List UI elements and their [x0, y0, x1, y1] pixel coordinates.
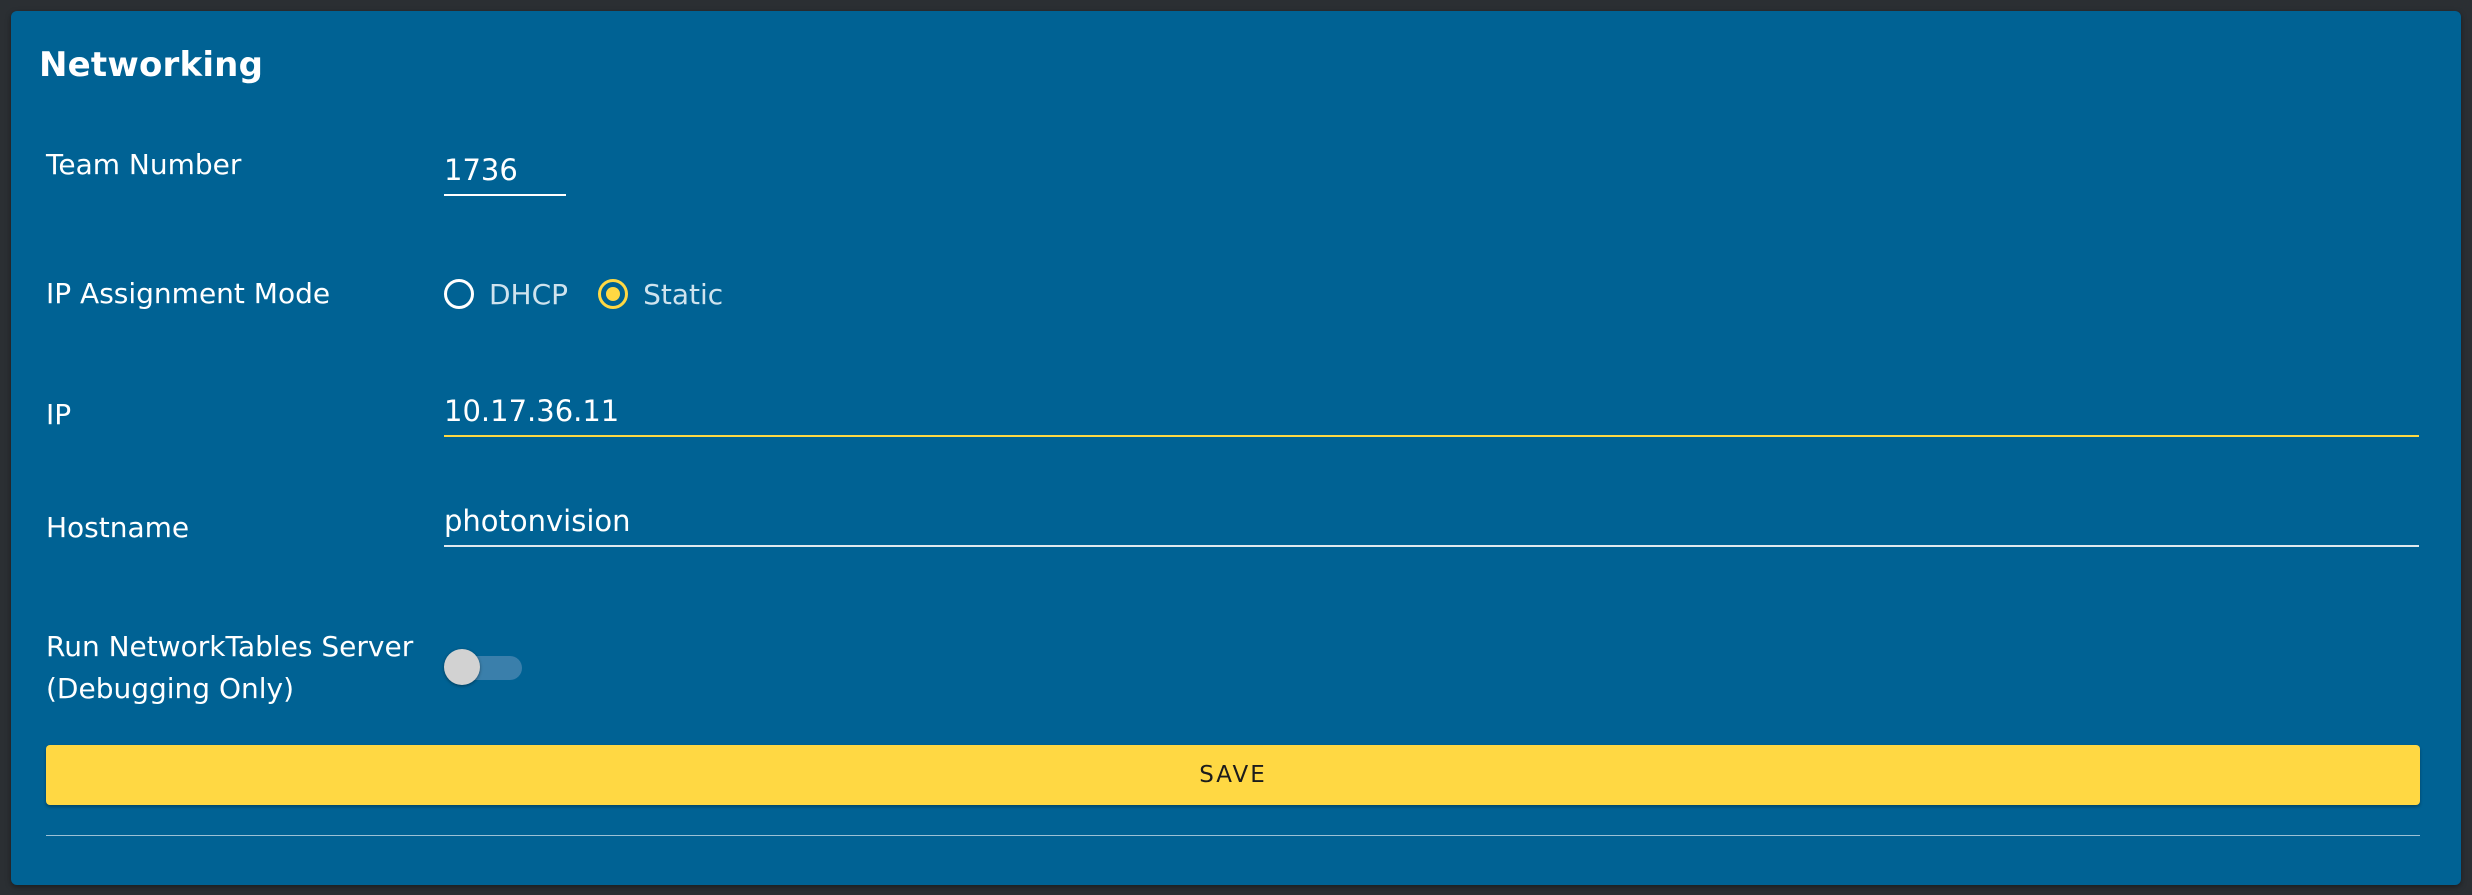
nt-server-toggle[interactable] — [444, 649, 522, 685]
save-button[interactable]: SAVE — [46, 745, 2420, 805]
divider — [46, 835, 2420, 836]
nt-server-label-line2: (Debugging Only) — [46, 672, 295, 705]
section-title: Networking — [39, 45, 264, 85]
hostname-input[interactable]: photonvision — [444, 493, 2419, 547]
radio-dhcp-label: DHCP — [489, 277, 569, 311]
ip-input[interactable]: 10.17.36.11 — [444, 385, 2419, 437]
team-number-label: Team Number — [46, 148, 242, 181]
radio-static-label: Static — [643, 277, 724, 311]
ip-mode-radio-group: DHCP Static — [444, 269, 753, 319]
networking-card: Networking Team Number 1736 IP Assignmen… — [11, 11, 2461, 885]
radio-static[interactable]: Static — [598, 278, 723, 311]
nt-server-label: Run NetworkTables Server (Debugging Only… — [46, 626, 413, 710]
radio-checked-icon — [598, 279, 629, 309]
team-number-input[interactable]: 1736 — [444, 144, 566, 196]
toggle-thumb — [444, 649, 480, 685]
radio-unchecked-icon — [444, 279, 474, 309]
nt-server-label-line1: Run NetworkTables Server — [46, 630, 414, 663]
ip-mode-label: IP Assignment Mode — [46, 277, 331, 310]
hostname-value: photonvision — [444, 504, 631, 538]
ip-label: IP — [46, 398, 72, 431]
team-number-value: 1736 — [444, 153, 518, 187]
radio-dhcp[interactable]: DHCP — [444, 278, 568, 311]
ip-value: 10.17.36.11 — [444, 394, 620, 428]
hostname-label: Hostname — [46, 511, 190, 544]
